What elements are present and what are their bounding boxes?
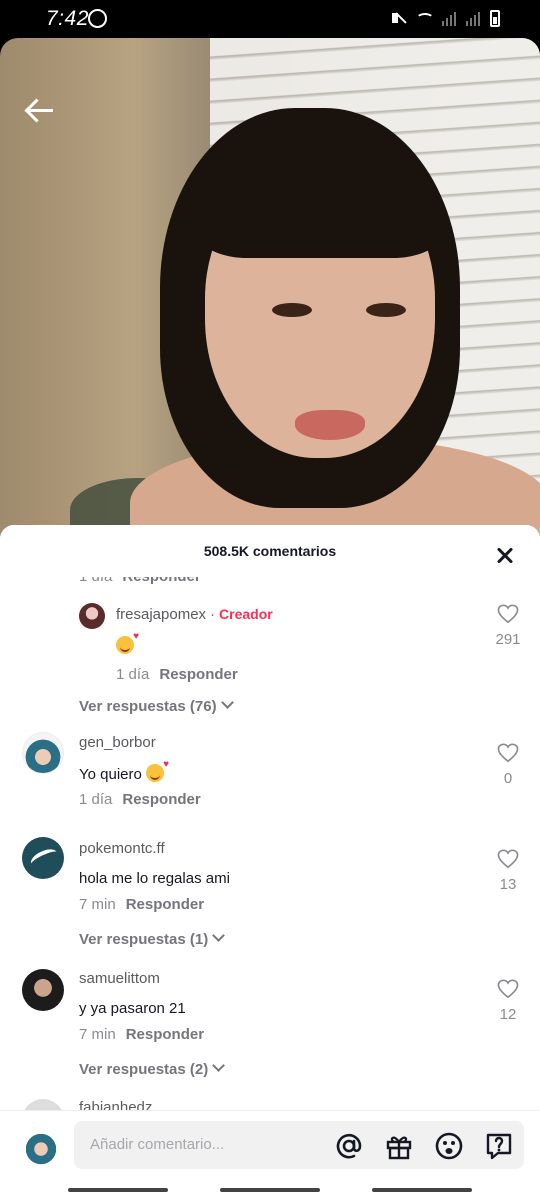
close-icon[interactable] bbox=[496, 547, 514, 565]
video-person-eye bbox=[366, 303, 406, 317]
question-icon[interactable] bbox=[484, 1131, 514, 1161]
comment-meta: 1 día Responder bbox=[79, 791, 201, 808]
video-person-bangs bbox=[200, 148, 440, 258]
view-replies-button[interactable]: Ver respuestas (1) bbox=[79, 929, 226, 948]
comment-input-bar: Añadir comentario... bbox=[0, 1110, 540, 1180]
comment-time: 1 día bbox=[79, 791, 113, 808]
status-time: 7:42 bbox=[46, 7, 89, 30]
comment-meta: 7 min Responder bbox=[79, 1026, 204, 1043]
whatsapp-icon bbox=[88, 9, 107, 28]
smiling-face-hearts-icon bbox=[116, 631, 139, 654]
wifi-icon bbox=[416, 13, 434, 25]
video-preview[interactable] bbox=[0, 38, 540, 538]
smiling-face-hearts-icon bbox=[146, 759, 169, 782]
comment-text: y ya pasaron 21 bbox=[79, 1000, 186, 1017]
comment-text: Yo quiero bbox=[79, 759, 169, 783]
emoji-icon[interactable] bbox=[434, 1131, 464, 1161]
signal-icon bbox=[442, 10, 458, 26]
view-replies-button[interactable]: Ver respuestas (76) bbox=[79, 696, 234, 715]
reply-button[interactable]: Responder bbox=[126, 1026, 204, 1043]
comment-input[interactable]: Añadir comentario... bbox=[74, 1121, 524, 1169]
comment-time: 1 día bbox=[116, 666, 150, 683]
comment-time: 7 min bbox=[79, 1026, 116, 1043]
nav-back[interactable] bbox=[68, 1188, 168, 1192]
video-person-mouth bbox=[295, 410, 365, 440]
comment-row: gen_borbor Yo quiero 1 día Responder 0 bbox=[0, 730, 540, 830]
heart-icon[interactable] bbox=[497, 604, 519, 624]
avatar[interactable] bbox=[79, 603, 105, 629]
like-button[interactable]: 12 bbox=[488, 979, 528, 1023]
separator-dot: · bbox=[210, 606, 216, 623]
video-person-eye bbox=[272, 303, 312, 317]
comment-text: hola me lo regalas ami bbox=[79, 870, 230, 887]
avatar[interactable] bbox=[22, 969, 64, 1011]
avatar[interactable] bbox=[22, 732, 64, 774]
view-replies-button[interactable]: Ver respuestas (2) bbox=[79, 1059, 226, 1078]
comment-input-placeholder: Añadir comentario... bbox=[90, 1136, 225, 1153]
gift-icon[interactable] bbox=[384, 1131, 414, 1161]
comments-list[interactable]: 1 día Responder fresajapomex·Creador 1 dí… bbox=[0, 555, 540, 1110]
like-button[interactable]: 0 bbox=[488, 743, 528, 787]
comment-username[interactable]: pokemontc.ff bbox=[79, 840, 165, 857]
comment-meta: 7 min Responder bbox=[79, 896, 204, 913]
like-count: 13 bbox=[499, 876, 517, 893]
comment-username[interactable]: fabianhedz bbox=[79, 1099, 152, 1110]
chevron-down-icon bbox=[212, 1059, 226, 1072]
comments-sheet: 508.5K comentarios 1 día Responder fresaj… bbox=[0, 525, 540, 1200]
comment-row: pokemontc.ff hola me lo regalas ami 7 mi… bbox=[0, 835, 540, 965]
avatar[interactable] bbox=[22, 837, 64, 879]
chevron-down-icon bbox=[212, 929, 226, 942]
battery-icon bbox=[490, 9, 500, 27]
comment-time: 7 min bbox=[79, 896, 116, 913]
signal-icon-2 bbox=[466, 10, 482, 26]
chevron-down-icon bbox=[220, 696, 234, 709]
reply-button[interactable]: Responder bbox=[126, 896, 204, 913]
like-button[interactable]: 13 bbox=[488, 849, 528, 893]
back-arrow-icon[interactable] bbox=[24, 96, 58, 126]
status-bar: 7:42 bbox=[0, 0, 540, 38]
my-avatar[interactable] bbox=[26, 1123, 56, 1165]
creator-badge: Creador bbox=[219, 606, 273, 622]
reply-button[interactable]: Responder bbox=[159, 666, 237, 683]
status-icons bbox=[390, 9, 500, 27]
username-text[interactable]: fresajapomex bbox=[116, 606, 206, 623]
mention-icon[interactable] bbox=[334, 1131, 364, 1161]
like-count: 12 bbox=[499, 1006, 517, 1023]
heart-icon[interactable] bbox=[497, 743, 519, 763]
heart-icon[interactable] bbox=[497, 849, 519, 869]
mute-icon bbox=[390, 9, 408, 27]
like-button[interactable]: 291 bbox=[488, 604, 528, 648]
comments-header: 508.5K comentarios bbox=[0, 525, 540, 577]
nav-recents[interactable] bbox=[372, 1188, 472, 1192]
like-count: 291 bbox=[495, 631, 521, 648]
comment-row-partial: fabianhedz bbox=[0, 1095, 540, 1110]
nav-home[interactable] bbox=[220, 1188, 320, 1192]
comment-username[interactable]: fresajapomex · Creador bbox=[116, 606, 273, 623]
comment-username[interactable]: samuelittom bbox=[79, 970, 160, 987]
avatar[interactable] bbox=[22, 1099, 64, 1110]
comment-meta: 1 día Responder bbox=[116, 666, 238, 683]
system-nav-bar bbox=[0, 1180, 540, 1200]
like-count: 0 bbox=[503, 770, 513, 787]
comment-text bbox=[116, 631, 139, 655]
comments-count: 508.5K comentarios bbox=[203, 543, 337, 559]
reply-button[interactable]: Responder bbox=[122, 791, 200, 808]
heart-icon[interactable] bbox=[497, 979, 519, 999]
comment-row: samuelittom y ya pasaron 21 7 min Respond… bbox=[0, 965, 540, 1095]
comment-row: fresajapomex·Creador 1 díaResponder 291 … bbox=[0, 600, 540, 745]
comment-username[interactable]: gen_borbor bbox=[79, 734, 156, 751]
